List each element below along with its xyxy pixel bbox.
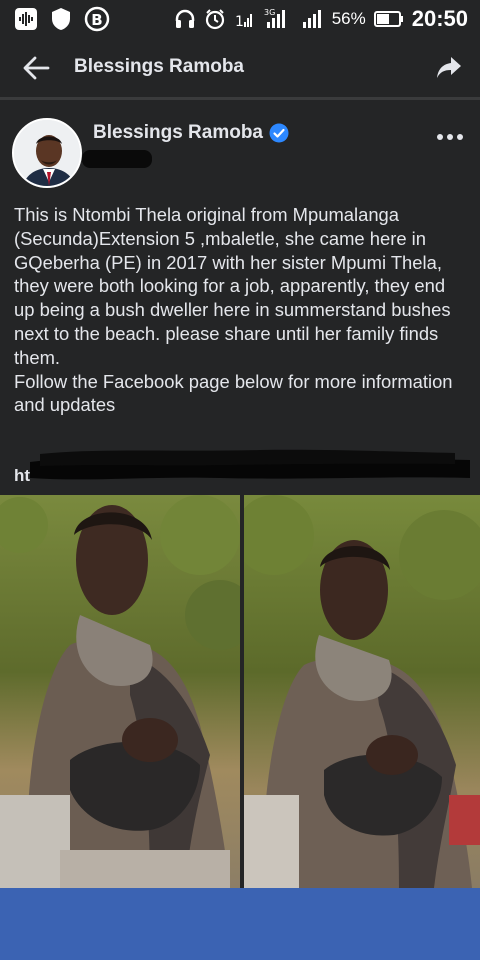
network-3g-icon: 3G — [264, 8, 285, 28]
shield-icon — [52, 8, 70, 30]
app-header: Blessings Ramoba — [0, 38, 480, 100]
more-options-icon[interactable] — [436, 132, 464, 142]
sim-signal-icon: 1 — [235, 14, 252, 30]
network-label: 3G — [264, 8, 275, 17]
link-redaction-scribble — [30, 449, 470, 480]
signal-bars-icon — [302, 10, 321, 28]
avatar[interactable] — [12, 118, 82, 188]
status-time: 20:50 — [411, 6, 468, 31]
bitcoin-icon: B — [84, 6, 110, 32]
status-icons-right: 1 3G 56% 20:50 — [174, 6, 468, 32]
status-bar: B 1 3G 56% 20:50 — [0, 0, 480, 38]
post-author-name[interactable]: Blessings Ramoba — [93, 122, 263, 144]
post-author[interactable]: Blessings Ramoba — [93, 122, 289, 144]
photo-left[interactable] — [0, 495, 240, 888]
share-icon[interactable] — [434, 52, 464, 82]
avatar-image — [14, 120, 80, 186]
post-photos[interactable] — [0, 495, 480, 890]
alarm-icon — [205, 9, 224, 30]
redacted-post-meta — [82, 150, 152, 168]
back-arrow-icon[interactable] — [20, 52, 52, 84]
page-title: Blessings Ramoba — [74, 56, 244, 77]
status-icons-left: B — [14, 6, 110, 32]
verified-badge-icon — [269, 123, 289, 143]
post-body-text: This is Ntombi Thela original from Mpuma… — [14, 204, 453, 416]
photo-left-image — [0, 495, 240, 888]
svg-text:1: 1 — [235, 14, 244, 30]
battery-icon — [373, 11, 403, 27]
bottom-bar — [0, 888, 480, 960]
post-link[interactable]: ht — [0, 444, 480, 486]
svg-text:B: B — [91, 11, 102, 29]
photo-right-image — [244, 495, 480, 888]
headphones-icon — [175, 9, 194, 28]
post-card: Blessings Ramoba This is Ntombi Thela or… — [0, 102, 480, 888]
photo-right[interactable] — [244, 495, 480, 888]
battery-percent: 56% — [331, 9, 366, 28]
sound-wave-icon — [15, 8, 37, 30]
